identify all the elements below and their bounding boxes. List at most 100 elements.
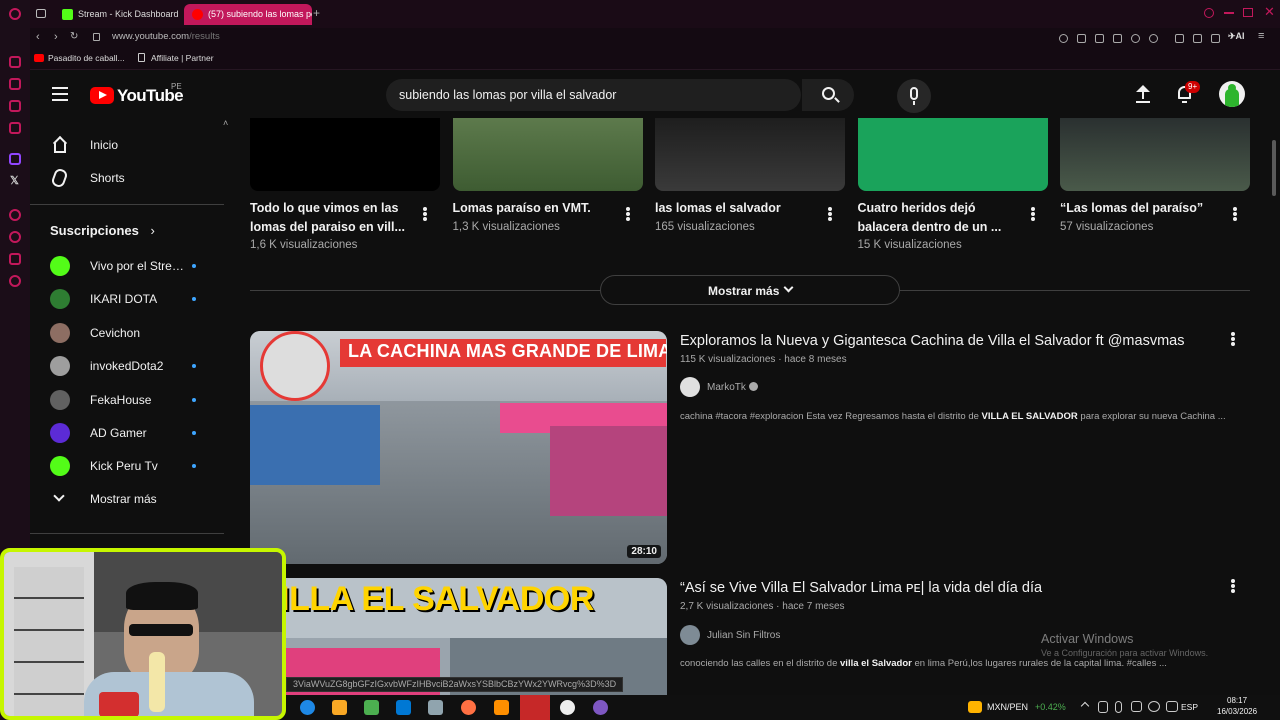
short-title[interactable]: Todo lo que vimos en las lomas del parai… [250,199,410,237]
sidebar-subscription-item[interactable]: FekaHouse [30,383,230,416]
opera-logo-icon[interactable] [9,8,21,20]
sidebar-subscription-item[interactable]: IKARI DOTA [30,282,230,315]
vlc-icon[interactable] [494,700,509,715]
firefox-icon[interactable] [461,700,476,715]
video-title[interactable]: “Así se Vive Villa El Salvador Lima ᴘᴇ| … [680,580,1042,596]
more-options-icon[interactable] [1231,332,1235,346]
messenger-icon[interactable] [9,78,21,90]
tray-app-icon[interactable] [1098,701,1108,713]
forward-icon[interactable]: › [54,31,58,43]
url-field[interactable]: www.youtube.com/results [112,31,220,42]
more-options-icon[interactable] [828,207,832,221]
reload-icon[interactable]: ↻ [70,31,78,42]
upload-icon[interactable] [1136,85,1150,103]
clock-date[interactable]: 16/03/2026 [1217,707,1257,716]
scroll-up-icon[interactable]: ˄ [223,118,228,128]
more-options-icon[interactable] [625,207,630,221]
search-tabs-icon[interactable] [1204,8,1214,18]
tray-mic-icon[interactable] [1115,701,1122,713]
short-card[interactable]: Cuatro heridos dejó balacera dentro de u… [857,118,1048,251]
back-icon[interactable]: ‹ [36,31,40,43]
opera-taskbar-icon[interactable] [520,695,550,720]
short-card[interactable]: Lomas paraíso en VMT. 1,3 K visualizacion… [452,118,643,233]
outlook-icon[interactable] [396,700,411,715]
hamburger-menu-icon[interactable] [52,87,68,101]
more-options-icon[interactable] [423,207,427,221]
subscriptions-heading[interactable]: Suscripciones › [50,223,155,238]
new-tab-icon[interactable]: + [313,6,320,20]
bookmark-affiliate[interactable]: Affiliate | Partner [137,53,214,63]
short-card[interactable]: las lomas el salvador 165 visualizaciones [655,118,845,233]
lock-icon[interactable] [93,33,100,41]
downloads-icon[interactable] [1211,34,1220,43]
sidebar-item-shorts[interactable]: Shorts [30,161,230,195]
short-thumbnail[interactable] [250,118,440,191]
short-card[interactable]: Todo lo que vimos en las lomas del parai… [250,118,440,251]
channel-avatar[interactable] [680,625,700,645]
instagram-icon[interactable] [9,122,21,134]
notifications-button[interactable]: 9+ [1176,81,1201,104]
short-thumbnail[interactable] [1060,118,1250,191]
settings-icon[interactable] [9,275,21,287]
sidebar-subscription-item[interactable]: Kick Peru Tv [30,449,230,482]
wallet-icon[interactable] [1193,34,1202,43]
history-icon[interactable] [9,231,21,243]
channel-name[interactable]: Julian Sin Filtros [707,630,780,641]
channel-avatar[interactable] [680,377,700,397]
video-title[interactable]: Exploramos la Nueva y Gigantesca Cachina… [680,333,1184,349]
sidebar-subscription-item[interactable]: Vivo por el Strea... [30,249,230,282]
page-scrollbar[interactable] [1272,140,1276,196]
x-twitter-icon[interactable]: 𝕏 [10,174,19,187]
more-options-icon[interactable] [1231,579,1235,593]
obs-icon[interactable] [560,700,575,715]
channel-name[interactable]: MarkoTk [707,382,758,393]
close-window-icon[interactable]: ✕ [1264,4,1275,20]
short-title[interactable]: Cuatro heridos dejó balacera dentro de u… [858,199,1018,237]
player-icon[interactable] [9,209,21,221]
more-options-icon[interactable] [1233,207,1237,221]
short-title[interactable]: “Las lomas del paraíso” [1060,199,1220,218]
maximize-icon[interactable] [1243,8,1253,17]
network-icon[interactable] [1148,701,1160,712]
tray-chevron-icon[interactable] [1080,701,1090,711]
play-icon[interactable] [1131,34,1140,43]
pin-icon[interactable] [1077,34,1086,43]
file-explorer-icon[interactable] [332,700,347,715]
video-thumbnail[interactable]: LA CACHINA MAS GRANDE DE LIMA 28:10 [250,331,667,564]
sidebar-subscription-item[interactable]: AD Gamer [30,416,230,449]
sidebar-subscription-item[interactable]: invokedDota2 [30,349,230,382]
snapshot-icon[interactable] [1095,34,1104,43]
heart-icon[interactable] [1149,34,1158,43]
edge-icon[interactable] [300,700,315,715]
short-card[interactable]: “Las lomas del paraíso” 57 visualizacione… [1060,118,1250,233]
short-thumbnail[interactable] [452,118,643,191]
sidebar-item-inicio[interactable]: Inicio [30,128,230,162]
short-thumbnail[interactable] [655,118,845,191]
whatsapp-icon[interactable] [9,100,21,112]
app-icon[interactable] [428,700,443,715]
minimize-icon[interactable] [1224,12,1234,14]
short-thumbnail[interactable] [857,118,1048,191]
discord-icon[interactable] [593,700,608,715]
voice-search-button[interactable] [897,79,931,113]
sidebar-subscription-item[interactable]: Cevichon [30,316,230,349]
ai-button[interactable]: ✈AI [1228,31,1245,42]
tab-menu-icon[interactable] [36,9,46,18]
short-title[interactable]: las lomas el salvador [655,199,815,218]
easy-setup-icon[interactable]: ≡ [1258,30,1264,42]
search-button[interactable] [802,79,854,111]
zoom-icon[interactable] [1059,34,1068,43]
input-language[interactable]: ESP [1181,702,1198,712]
search-input[interactable]: subiendo las lomas por villa el salvador… [386,79,823,111]
currency-pair[interactable]: MXN/PEN [987,702,1028,712]
show-more-button[interactable]: Mostrar más [600,275,900,305]
download-video-icon[interactable] [1113,34,1122,43]
twitch-icon[interactable] [9,153,21,165]
bookmark-pasadito[interactable]: Pasadito de caball... [34,53,125,63]
short-title[interactable]: Lomas paraíso en VMT. [453,199,613,218]
tab-youtube-results[interactable]: (57) subiendo las lomas po [184,4,312,25]
show-more-subscriptions[interactable]: Mostrar más [30,482,230,515]
volume-icon[interactable] [1166,701,1178,712]
extension-icon[interactable] [1175,34,1184,43]
more-options-icon[interactable] [1030,207,1035,221]
